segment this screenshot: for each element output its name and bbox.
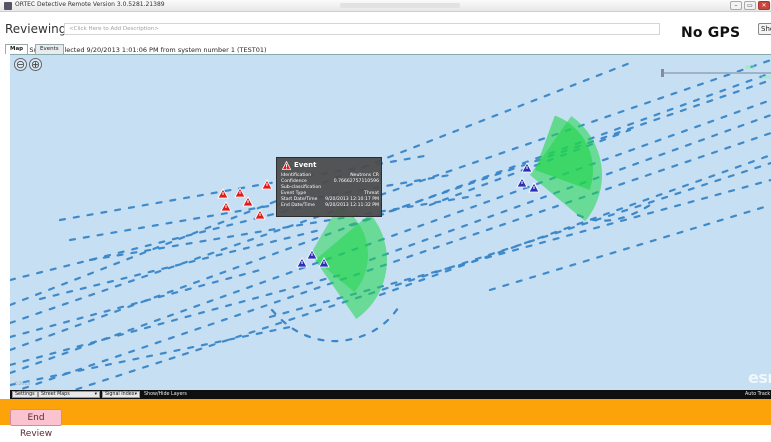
threat-marker-icon[interactable] xyxy=(261,179,273,190)
scale-label-2: Unlit xyxy=(759,75,771,81)
zoom-out-button[interactable]: ⊖ xyxy=(14,58,27,71)
event-popup-title: Event xyxy=(294,161,317,169)
map-canvas[interactable] xyxy=(10,55,771,390)
app-icon xyxy=(4,2,12,10)
tab-map[interactable]: Map ✕ xyxy=(5,44,29,61)
coverage-zones xyxy=(310,115,602,319)
reviewing-label: Reviewing xyxy=(5,22,67,36)
scale-label-1: 800 xyxy=(745,65,755,71)
window-title: ORTEC Detective Remote Version 3.0.5281.… xyxy=(15,1,165,8)
map-view[interactable]: ⊖ ⊕ 800 Unlit esri ©2013 Event Identific… xyxy=(10,54,771,390)
tab-events[interactable]: Events xyxy=(35,44,64,54)
benign-marker-icon[interactable] xyxy=(516,177,528,188)
close-button[interactable]: ✕ xyxy=(758,1,770,10)
zoom-in-button[interactable]: ⊕ xyxy=(29,58,42,71)
review-footer: End Review xyxy=(0,399,771,439)
window-titlebar: ORTEC Detective Remote Version 3.0.5281.… xyxy=(0,0,771,12)
gps-status: No GPS xyxy=(681,25,741,41)
show-button[interactable]: Sho xyxy=(758,23,771,35)
signal-select[interactable]: Signal Index ▾ xyxy=(102,391,140,398)
threat-marker-icon[interactable] xyxy=(220,201,232,212)
map-statusbar: Settings Street Maps ▾ Signal Index ▾ Sh… xyxy=(10,390,771,399)
auto-track-label[interactable]: Auto Track xyxy=(745,391,770,398)
map-footnote: ©2013 xyxy=(14,382,30,387)
popup-row-end-time: End Date/Time 9/20/2013 12:11:32 PM xyxy=(281,203,379,208)
warning-icon xyxy=(282,161,291,170)
esri-logo: esri xyxy=(748,368,771,387)
end-review-button[interactable]: End Review xyxy=(10,409,62,439)
threat-marker-icon[interactable] xyxy=(254,209,266,220)
minimize-button[interactable]: – xyxy=(730,1,742,10)
chevron-down-icon: ▾ xyxy=(94,392,97,397)
maximize-button[interactable]: ▭ xyxy=(744,1,756,10)
scale-slider-knob[interactable] xyxy=(661,69,664,77)
scale-slider-track[interactable] xyxy=(661,72,771,74)
blurred-title-area xyxy=(340,3,460,8)
show-hide-layers-link[interactable]: Show/Hide Layers xyxy=(144,391,187,398)
review-header: Reviewing <Click Here to Add Description… xyxy=(0,12,771,54)
event-popup: Event Identification Neutrons CR Confide… xyxy=(276,157,382,217)
benign-marker-icon[interactable] xyxy=(296,257,308,268)
survey-tracks xyxy=(10,58,771,390)
description-input[interactable]: <Click Here to Add Description> xyxy=(64,23,660,35)
settings-button[interactable]: Settings xyxy=(12,391,38,398)
chevron-down-icon: ▾ xyxy=(134,392,137,397)
threat-marker-icon[interactable] xyxy=(234,187,246,198)
threat-marker-icon[interactable] xyxy=(242,196,254,207)
map-type-select[interactable]: Street Maps ▾ xyxy=(38,391,100,398)
